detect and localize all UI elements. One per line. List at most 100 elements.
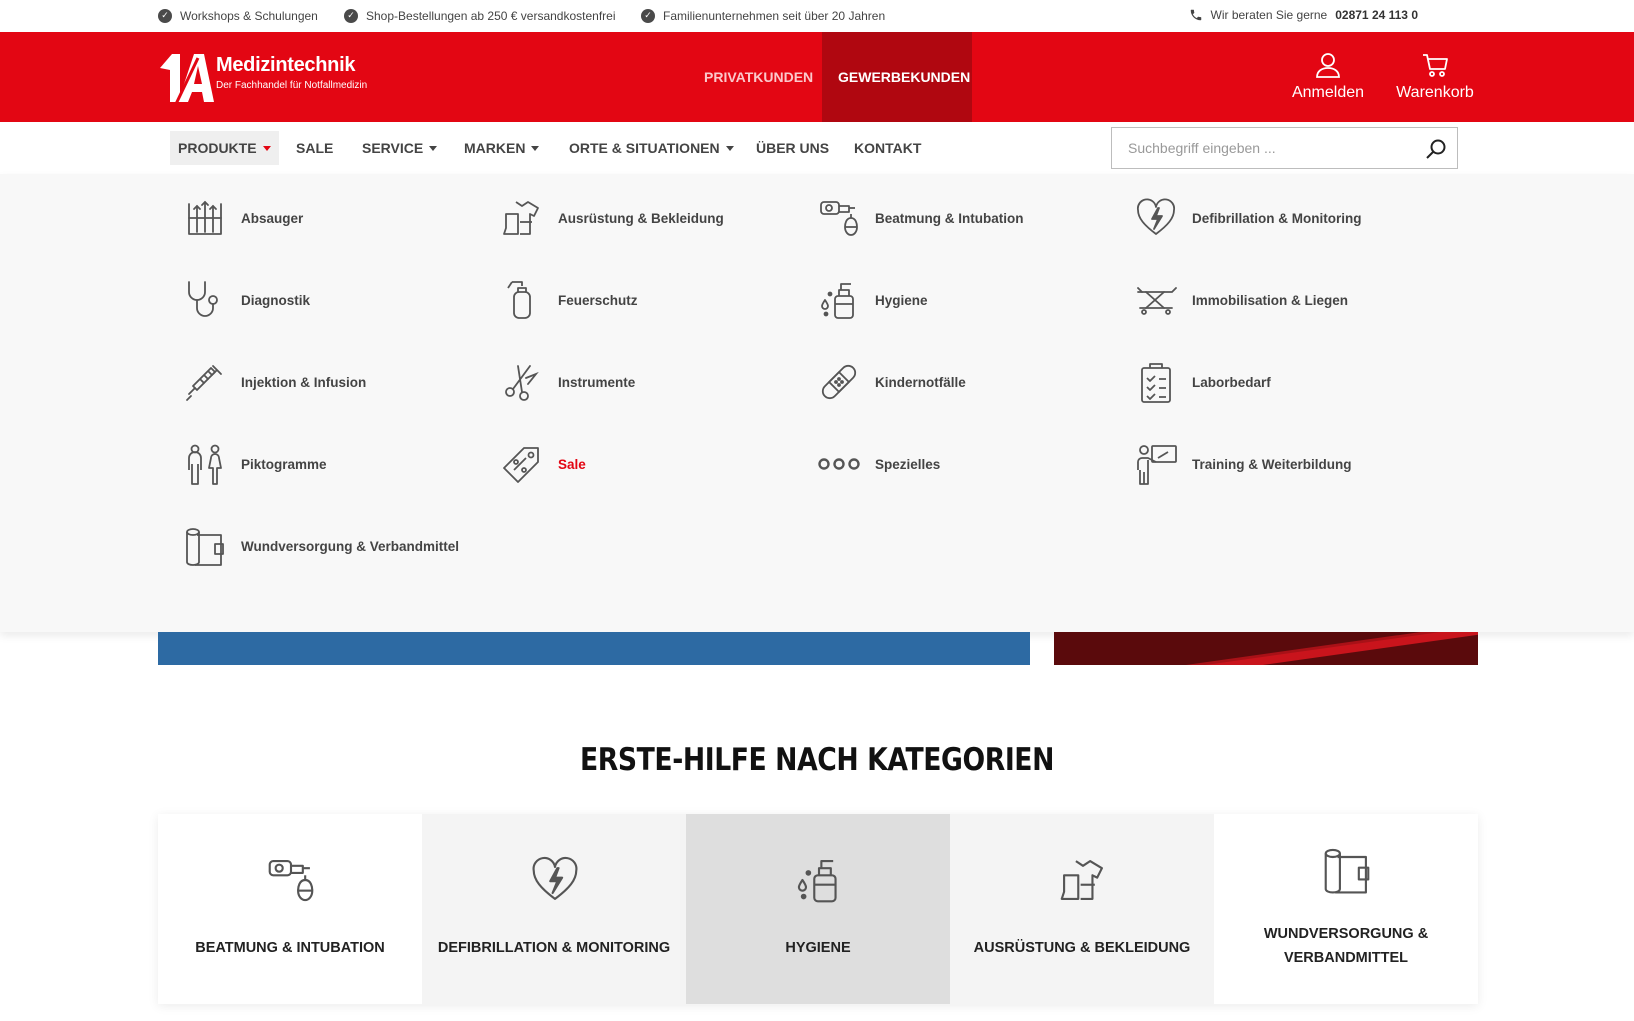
heart-bolt-icon [529,854,581,906]
nav-marken[interactable]: MARKEN [456,131,547,165]
section-title: ERSTE-HILFE NACH KATEGORIEN [580,742,1054,778]
search-icon[interactable] [1425,138,1447,160]
dots-icon [817,442,861,486]
category-card-label: AUSRÜSTUNG & BEKLEIDUNG [973,940,1191,956]
dropdown-item-label: Kindernotfälle [875,374,966,390]
dropdown-item-label: Piktogramme [241,456,327,472]
dropdown-item-label: Wundversorgung & Verbandmittel [241,538,460,554]
cart-label: Warenkorb [1396,84,1474,101]
usp-shipping: ✓ Shop-Bestellungen ab 250 € versandkost… [344,9,616,23]
nav-orte-situationen[interactable]: ORTE & SITUATIONEN [561,131,742,165]
phone-icon [1190,9,1201,21]
dropdown-item-label: Beatmung & Intubation [875,210,1024,226]
user-icon [1316,53,1340,78]
nav-label: SALE [296,140,334,156]
top-info-bar: ✓ Workshops & Schulungen ✓ Shop-Bestellu… [0,0,1634,32]
heart-bolt-icon [1134,196,1178,240]
dropdown-item-absauger[interactable]: Absauger [183,188,483,248]
nav-service[interactable]: SERVICE [354,131,445,165]
logo-mark-icon [160,54,214,105]
logo[interactable]: Medizintechnik Der Fachhandel für Notfal… [158,48,378,106]
dropdown-item-sale[interactable]: Sale [500,434,800,494]
dropdown-item-label: Spezielles [875,456,941,472]
category-card-defibrillation[interactable]: DEFIBRILLATION & MONITORING [422,814,686,1004]
logo-tagline: Der Fachhandel für Notfallmedizin [216,80,368,91]
clipboard-icon [1134,360,1178,404]
nav-label: ORTE & SITUATIONEN [569,140,720,156]
dropdown-item-beatmung[interactable]: Beatmung & Intubation [817,188,1117,248]
nav-label: ÜBER UNS [756,140,830,156]
dropdown-item-training[interactable]: Training & Weiterbildung [1134,434,1434,494]
bandage-roll-icon [1321,844,1373,896]
segment-privatkunden[interactable]: PRIVATKUNDEN [688,32,829,122]
dropdown-item-feuerschutz[interactable]: Feuerschutz [500,270,800,330]
dropdown-item-label: Feuerschutz [558,292,638,308]
dropdown-item-label: Defibrillation & Monitoring [1192,210,1362,226]
caret-down-icon [262,145,271,151]
people-icon [183,442,227,486]
nav-produkte[interactable]: PRODUKTE [170,131,279,165]
dropdown-item-piktogramme[interactable]: Piktogramme [183,434,483,494]
scissors-icon [500,360,544,404]
dropdown-item-label: Absauger [241,210,304,226]
logo-brand: Medizintechnik [216,54,356,76]
dropdown-item-instrumente[interactable]: Instrumente [500,352,800,412]
dropdown-item-label: Ausrüstung & Bekleidung [558,210,724,226]
dropdown-item-immobilisation[interactable]: Immobilisation & Liegen [1134,270,1434,330]
usp-text: Familienunternehmen seit über 20 Jahren [663,9,886,23]
dropdown-item-laborbedarf[interactable]: Laborbedarf [1134,352,1434,412]
price-tag-icon [500,442,544,486]
search-input[interactable] [1112,128,1412,168]
dropdown-item-label: Diagnostik [241,292,311,308]
dropdown-item-diagnostik[interactable]: Diagnostik [183,270,483,330]
check-circle-icon: ✓ [344,9,358,23]
nav-label: PRODUKTE [178,140,257,156]
dropdown-item-spezielles[interactable]: Spezielles [817,434,1117,494]
dropdown-item-ausruestung[interactable]: Ausrüstung & Bekleidung [500,188,800,248]
clothing-icon [500,196,544,240]
category-card-wundversorgung[interactable]: WUNDVERSORGUNG & VERBANDMITTEL [1214,814,1478,1004]
dropdown-item-kindernotfaelle[interactable]: Kindernotfälle [817,352,1117,412]
caret-down-icon [429,145,438,151]
dropdown-item-wundversorgung[interactable]: Wundversorgung & Verbandmittel [183,516,503,576]
dropdown-item-label: Hygiene [875,292,928,308]
nav-label: SERVICE [362,140,424,156]
bandage-icon [817,360,861,404]
category-card-ausruestung[interactable]: AUSRÜSTUNG & BEKLEIDUNG [950,814,1214,1004]
hero-banner-blue[interactable] [158,632,1030,665]
segment-gewerbekunden[interactable]: GEWERBEKUNDEN [822,32,972,122]
usp-text: Workshops & Schulungen [180,9,318,23]
hero-banner-red[interactable] [1054,632,1478,665]
login-button[interactable]: Anmelden [1288,52,1368,102]
dropdown-item-label: Injektion & Infusion [241,374,367,390]
ventilation-icon [817,196,861,240]
dropdown-item-label: Laborbedarf [1192,374,1271,390]
category-card-hygiene[interactable]: HYGIENE [686,814,950,1004]
syringe-icon [183,360,227,404]
stethoscope-icon [183,278,227,322]
usp-workshops: ✓ Workshops & Schulungen [158,9,318,23]
category-card-beatmung[interactable]: BEATMUNG & INTUBATION [158,814,422,1004]
hotline[interactable]: Wir beraten Sie gerne 02871 24 113 0 [1189,8,1418,22]
dropdown-item-label: Instrumente [558,374,636,390]
dropdown-item-hygiene[interactable]: Hygiene [817,270,1117,330]
suction-icon [183,196,227,240]
cart-button[interactable]: Warenkorb [1395,52,1475,102]
dropdown-item-injektion[interactable]: Injektion & Infusion [183,352,483,412]
dropdown-item-label: Sale [558,456,586,472]
nav-sale[interactable]: SALE [288,131,341,165]
caret-down-icon [725,145,734,151]
fire-extinguisher-icon [500,278,544,322]
nav-kontakt[interactable]: KONTAKT [846,131,929,165]
nav-ueber-uns[interactable]: ÜBER UNS [748,131,837,165]
dropdown-item-label: Immobilisation & Liegen [1192,292,1349,308]
bandage-roll-icon [183,524,227,568]
hotline-text: Wir beraten Sie gerne [1210,8,1328,22]
check-circle-icon: ✓ [641,9,655,23]
check-circle-icon: ✓ [158,9,172,23]
category-card-label: WUNDVERSORGUNG & VERBANDMITTEL [1263,926,1429,966]
hotline-number[interactable]: 02871 24 113 0 [1335,8,1418,22]
dropdown-item-defibrillation[interactable]: Defibrillation & Monitoring [1134,188,1434,248]
category-card-label: DEFIBRILLATION & MONITORING [437,940,671,956]
usp-text: Shop-Bestellungen ab 250 € versandkosten… [366,9,616,23]
